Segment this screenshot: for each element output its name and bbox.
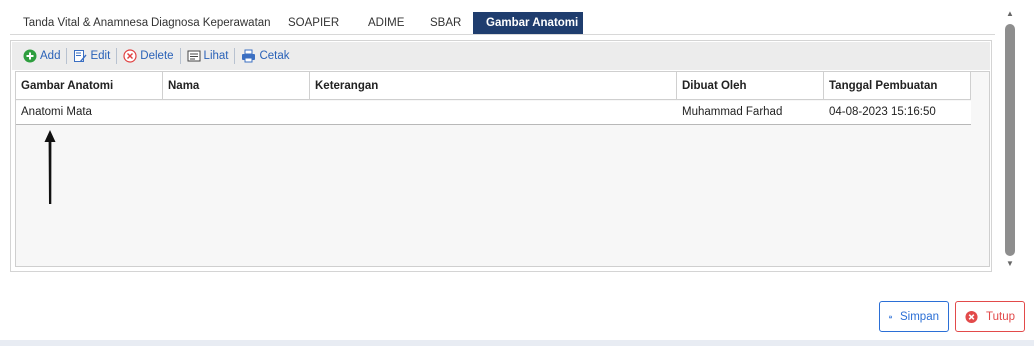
annotation-arrow-icon [44, 130, 56, 204]
tab-soapier[interactable]: SOAPIER [275, 12, 355, 35]
edit-button[interactable]: Edit [70, 49, 113, 63]
tab-sbar[interactable]: SBAR [417, 12, 473, 35]
toolbar-separator [179, 48, 181, 64]
delete-button[interactable]: Delete [120, 49, 176, 63]
save-icon [889, 315, 892, 318]
cell-nama [163, 101, 310, 124]
edit-icon [74, 50, 87, 62]
tab-diagnosa-keperawatan[interactable]: Diagnosa Keperawatan [138, 12, 275, 35]
simpan-label: Simpan [900, 310, 939, 323]
add-icon [23, 49, 37, 63]
simpan-button[interactable]: Simpan [879, 301, 949, 332]
toolbar-separator [66, 48, 68, 64]
cell-gambar-anatomi: Anatomi Mata [21, 106, 92, 118]
tutup-button[interactable]: Tutup [955, 301, 1025, 332]
tutup-label: Tutup [986, 310, 1015, 323]
column-header-tanggal-pembuatan[interactable]: Tanggal Pembuatan [824, 72, 971, 100]
tab-gambar-anatomi[interactable]: Gambar Anatomi [473, 12, 583, 35]
cell-tanggal-pembuatan: 04-08-2023 15:16:50 [829, 106, 936, 118]
grid-header: Gambar Anatomi Nama Keterangan Dibuat Ol… [16, 72, 971, 100]
vertical-scrollbar[interactable]: ▲ ▼ [1003, 8, 1017, 270]
bottom-bar [0, 340, 1034, 346]
toolbar: Add Edit Delete Lihat Cetak [12, 42, 990, 70]
scrollbar-thumb[interactable] [1005, 24, 1015, 256]
add-label: Add [40, 50, 61, 62]
cetak-label: Cetak [259, 50, 290, 62]
lihat-label: Lihat [203, 50, 229, 62]
close-icon [965, 310, 978, 323]
view-icon [187, 50, 201, 62]
tab-tanda-vital-anamnesa[interactable]: Tanda Vital & Anamnesa [10, 12, 148, 35]
cetak-button[interactable]: Cetak [238, 49, 292, 63]
scroll-down-icon[interactable]: ▼ [1003, 258, 1017, 270]
cell-keterangan [310, 101, 677, 124]
lihat-button[interactable]: Lihat [184, 49, 232, 63]
toolbar-separator [116, 48, 118, 64]
delete-label: Delete [140, 50, 174, 62]
tab-adime[interactable]: ADIME [355, 12, 417, 35]
tab-divider [10, 34, 995, 35]
delete-icon [123, 49, 137, 63]
edit-label: Edit [90, 50, 111, 62]
toolbar-separator [234, 48, 236, 64]
printer-icon [242, 49, 256, 63]
gambar-anatomi-panel: Add Edit Delete Lihat Cetak Gambar Anato… [10, 40, 992, 272]
scroll-up-icon[interactable]: ▲ [1003, 8, 1017, 20]
column-header-gambar-anatomi[interactable]: Gambar Anatomi [16, 72, 163, 100]
tab-bar: Tanda Vital & Anamnesa Diagnosa Keperawa… [10, 12, 583, 35]
column-header-nama[interactable]: Nama [163, 72, 310, 100]
add-button[interactable]: Add [20, 49, 63, 63]
column-header-keterangan[interactable]: Keterangan [310, 72, 677, 100]
cell-dibuat-oleh: Muhammad Farhad [682, 106, 783, 118]
column-header-dibuat-oleh[interactable]: Dibuat Oleh [677, 72, 824, 100]
anatomy-grid: Gambar Anatomi Nama Keterangan Dibuat Ol… [15, 71, 990, 267]
table-row[interactable]: Anatomi Mata Muhammad Farhad 04-08-2023 … [16, 101, 971, 125]
